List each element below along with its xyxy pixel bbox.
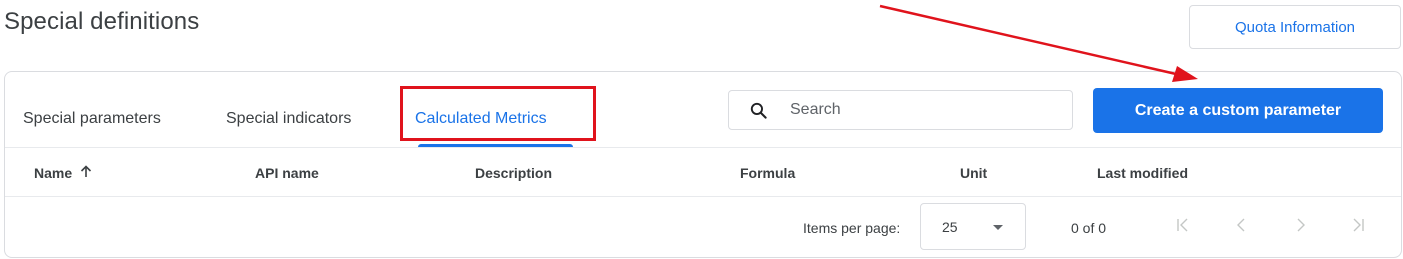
quota-information-button[interactable]: Quota Information xyxy=(1189,5,1401,49)
create-custom-parameter-button[interactable]: Create a custom parameter xyxy=(1093,88,1383,133)
first-page-icon xyxy=(1175,217,1191,238)
column-header-api-name[interactable]: API name xyxy=(255,165,319,181)
column-header-formula[interactable]: Formula xyxy=(740,165,795,181)
search-input[interactable] xyxy=(790,101,1050,119)
items-per-page-value: 25 xyxy=(942,218,958,235)
arrow-up-icon xyxy=(80,165,92,181)
chevron-right-icon xyxy=(1292,217,1308,238)
pagination-bar: Items per page: 25 0 of 0 xyxy=(5,197,1401,257)
tab-special-parameters[interactable]: Special parameters xyxy=(23,110,161,128)
dropdown-caret-icon xyxy=(993,225,1003,230)
column-header-unit[interactable]: Unit xyxy=(960,165,987,181)
tab-special-indicators[interactable]: Special indicators xyxy=(226,110,351,128)
search-icon xyxy=(749,101,768,120)
last-page-button[interactable] xyxy=(1346,215,1370,239)
previous-page-button[interactable] xyxy=(1230,215,1254,239)
table-header-row: Name API name Description Formula Unit L… xyxy=(5,147,1401,197)
items-per-page-select[interactable]: 25 xyxy=(920,203,1026,250)
items-per-page-label: Items per page: xyxy=(803,220,901,236)
column-header-name[interactable]: Name xyxy=(34,165,92,181)
annotation-highlight-box xyxy=(400,86,596,141)
column-header-description[interactable]: Description xyxy=(475,165,552,181)
column-header-label: Name xyxy=(34,165,73,181)
first-page-button[interactable] xyxy=(1171,215,1195,239)
search-box[interactable] xyxy=(728,90,1073,130)
chevron-left-icon xyxy=(1234,217,1250,238)
next-page-button[interactable] xyxy=(1288,215,1312,239)
definitions-card: Special parameters Special indicators Ca… xyxy=(4,71,1402,258)
page-title: Special definitions xyxy=(4,8,200,35)
column-header-last-modified[interactable]: Last modified xyxy=(1097,165,1188,181)
last-page-icon xyxy=(1350,217,1366,238)
pagination-range: 0 of 0 xyxy=(1071,220,1107,236)
